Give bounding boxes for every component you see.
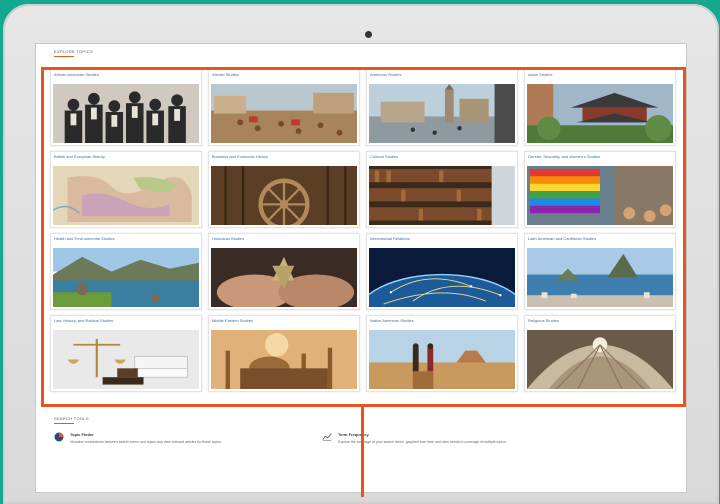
river-landscape-image[interactable] bbox=[53, 248, 199, 307]
topic-label: African American Studies bbox=[54, 72, 99, 77]
heading-underline bbox=[54, 423, 74, 424]
topic-card-british-european-history[interactable]: British and European History bbox=[50, 151, 202, 228]
topic-card-middle-eastern-studies[interactable]: Middle Eastern Studies bbox=[208, 315, 360, 392]
explore-topics-heading: EXPLORE TOPICS bbox=[54, 49, 93, 54]
rio-bay-image[interactable] bbox=[527, 248, 673, 307]
globe-network-image[interactable] bbox=[369, 248, 515, 307]
star-in-hands-image[interactable] bbox=[211, 248, 357, 307]
topic-label: Gender, Sexuality, and Women's Studies bbox=[528, 154, 601, 159]
topic-label: African Studies bbox=[212, 72, 239, 77]
topic-label: British and European History bbox=[54, 154, 105, 159]
topic-card-law-history-radical-studies[interactable]: Law, History, and Radical Studies bbox=[50, 315, 202, 392]
topic-label: International Relations bbox=[370, 236, 410, 241]
term-frequency-tool[interactable]: Term Frequency Explore the coverage of y… bbox=[322, 432, 507, 444]
mosque-skyline-image[interactable] bbox=[211, 330, 357, 389]
rainbow-flag-image[interactable] bbox=[527, 166, 673, 225]
topic-card-international-relations[interactable]: International Relations bbox=[366, 233, 518, 310]
topic-card-holocaust-studies[interactable]: Holocaust Studies bbox=[208, 233, 360, 310]
topic-card-business-economic-history[interactable]: Business and Economic History bbox=[208, 151, 360, 228]
topic-label: Holocaust Studies bbox=[212, 236, 245, 241]
topic-card-latin-american-caribbean-studies[interactable]: Latin American and Caribbean Studies bbox=[524, 233, 676, 310]
desert-figures-image[interactable] bbox=[369, 330, 515, 389]
antique-map-image[interactable] bbox=[53, 166, 199, 225]
highlight-pointer-line bbox=[361, 407, 364, 497]
topic-label: Asian Studies bbox=[528, 72, 553, 77]
topic-card-native-american-studies[interactable]: Native American Studies bbox=[366, 315, 518, 392]
tool-title[interactable]: Topic Finder bbox=[70, 432, 222, 437]
topic-card-cultural-studies[interactable]: Cultural Studies bbox=[366, 151, 518, 228]
topic-label: Middle Eastern Studies bbox=[212, 318, 254, 323]
term-graph-icon bbox=[322, 433, 332, 441]
topic-label: Law, History, and Radical Studies bbox=[54, 318, 114, 323]
search-tools-heading: SEARCH TOOLS bbox=[54, 416, 89, 421]
topic-label: Business and Economic History bbox=[212, 154, 269, 159]
tool-description: Visualize connections between search ter… bbox=[70, 440, 222, 444]
topic-label: Religious Studies bbox=[528, 318, 559, 323]
topic-label: Native American Studies bbox=[370, 318, 414, 323]
market-street-image[interactable] bbox=[211, 84, 357, 143]
search-tools-section: SEARCH TOOLS Topic Finder Visualize conn… bbox=[54, 416, 674, 444]
mill-wheel-image[interactable] bbox=[211, 166, 357, 225]
topic-card-asian-studies[interactable]: Asian Studies bbox=[524, 69, 676, 146]
topic-card-american-studies[interactable]: American Studies bbox=[366, 69, 518, 146]
heading-underline bbox=[54, 56, 74, 57]
topic-card-african-american-studies[interactable]: African American Studies bbox=[50, 69, 202, 146]
library-shelves-image[interactable] bbox=[369, 166, 515, 225]
topic-finder-tool[interactable]: Topic Finder Visualize connections betwe… bbox=[54, 432, 222, 444]
topic-label: American Studies bbox=[370, 72, 402, 77]
scales-gavel-image[interactable] bbox=[53, 330, 199, 389]
pie-chart-icon bbox=[54, 432, 64, 442]
topic-card-gender-sexuality-womens-studies[interactable]: Gender, Sexuality, and Women's Studies bbox=[524, 151, 676, 228]
topic-label: Latin American and Caribbean Studies bbox=[528, 236, 597, 241]
topic-card-health-environmental-studies[interactable]: Health and Environmental Studies bbox=[50, 233, 202, 310]
pagoda-image[interactable] bbox=[527, 84, 673, 143]
colonial-town-image[interactable] bbox=[369, 84, 515, 143]
topic-label: Health and Environmental Studies bbox=[54, 236, 115, 241]
webcam-icon bbox=[365, 31, 372, 38]
portrait-group-image[interactable] bbox=[53, 84, 199, 143]
topic-card-african-studies[interactable]: African Studies bbox=[208, 69, 360, 146]
topic-card-religious-studies[interactable]: Religious Studies bbox=[524, 315, 676, 392]
topic-grid: African American Studies African Studies… bbox=[50, 69, 676, 392]
topic-label: Cultural Studies bbox=[370, 154, 399, 159]
dome-interior-image[interactable] bbox=[527, 330, 673, 389]
